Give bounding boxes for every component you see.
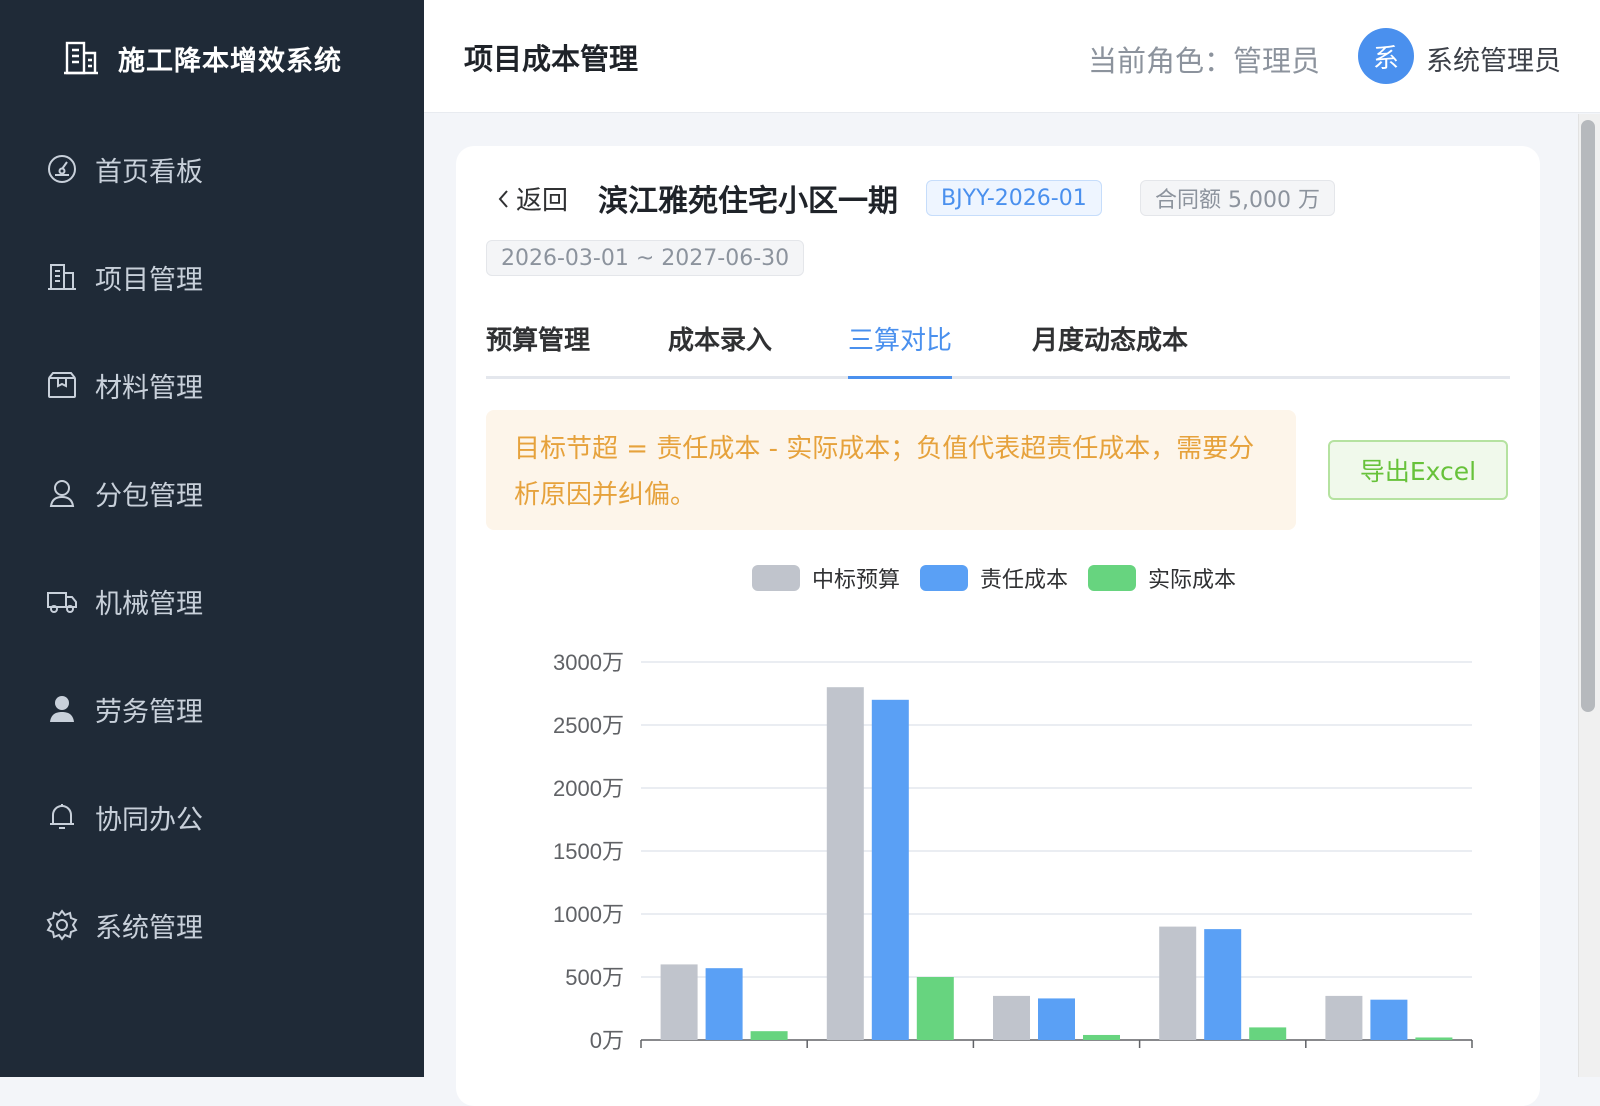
sidebar-item-dashboard[interactable]: 首页看板 — [0, 115, 424, 223]
bell-icon — [45, 800, 79, 834]
sidebar-item-label: 协同办公 — [95, 804, 203, 836]
bar — [1370, 999, 1408, 1040]
sidebar-item-label: 系统管理 — [95, 912, 203, 944]
sidebar-item-label: 材料管理 — [95, 372, 203, 404]
y-tick-label: 2000万 — [553, 776, 624, 801]
current-role: 当前角色：管理员 — [1088, 44, 1321, 78]
bar — [660, 964, 698, 1040]
bar — [1159, 926, 1197, 1040]
export-excel-button[interactable]: 导出Excel — [1328, 440, 1508, 500]
box-icon — [45, 368, 79, 402]
truck-icon — [45, 584, 79, 618]
bar-chart-svg: 0万 500万 1000万 1500万 2000万 2500万 3000万 — [553, 650, 1473, 1053]
bar — [750, 1031, 788, 1040]
brand-name: 施工降本增效系统 — [118, 45, 342, 77]
tab-bar: 预算管理 成本录入 三算对比 月度动态成本 — [486, 316, 1510, 379]
building-logo-icon — [64, 41, 98, 75]
back-label: 返回 — [516, 186, 569, 216]
gear-icon — [45, 908, 79, 942]
sidebar-item-label: 首页看板 — [95, 156, 203, 188]
project-period-tag: 2026-03-01 ~ 2027-06-30 — [486, 240, 805, 276]
bar — [1415, 1037, 1453, 1040]
project-name: 滨江雅苑住宅小区一期 — [598, 184, 898, 219]
sidebar-item-collaboration[interactable]: 协同办公 — [0, 763, 424, 871]
bar — [1038, 998, 1075, 1040]
tab-three-way-comparison[interactable]: 三算对比 — [848, 320, 953, 379]
notice-alert: 目标节超 = 责任成本 - 实际成本；负值代表超责任成本，需要分析原因并纠偏。 — [486, 410, 1296, 530]
avatar[interactable]: 系 — [1358, 28, 1414, 84]
sidebar-item-projects[interactable]: 项目管理 — [0, 223, 424, 331]
sidebar-item-label: 机械管理 — [95, 588, 203, 620]
dashboard-icon — [45, 152, 79, 186]
sidebar-item-labor[interactable]: 劳务管理 — [0, 655, 424, 763]
tab-budget[interactable]: 预算管理 — [486, 320, 590, 376]
contract-amount-tag: 合同额 5,000 万 — [1140, 180, 1335, 216]
bar — [916, 977, 954, 1040]
bar — [1249, 1027, 1287, 1040]
sidebar-item-label: 分包管理 — [95, 480, 203, 512]
bar — [1204, 929, 1242, 1040]
bar — [1325, 995, 1363, 1040]
sidebar: 施工降本增效系统 首页看板 项目管理 材料管理 分包管理 机械管理 劳务管理 协… — [0, 0, 424, 1077]
top-header: 项目成本管理 当前角色：管理员 系 系统管理员 — [424, 0, 1600, 113]
sidebar-item-materials[interactable]: 材料管理 — [0, 331, 424, 439]
sidebar-item-machinery[interactable]: 机械管理 — [0, 547, 424, 655]
sidebar-item-label: 劳务管理 — [95, 696, 203, 728]
y-tick-label: 0万 — [590, 1028, 624, 1053]
chevron-left-icon — [498, 189, 508, 208]
scrollbar-thumb[interactable] — [1581, 120, 1595, 712]
user-filled-icon — [45, 692, 79, 726]
sidebar-item-label: 项目管理 — [95, 264, 203, 296]
project-card: 返回 滨江雅苑住宅小区一期 BJYY-2026-01 合同额 5,000 万 2… — [456, 146, 1540, 1106]
y-tick-label: 3000万 — [553, 650, 624, 675]
page-title: 项目成本管理 — [464, 42, 639, 76]
back-button[interactable]: 返回 — [494, 180, 568, 217]
sidebar-item-system[interactable]: 系统管理 — [0, 871, 424, 979]
y-tick-label: 1000万 — [553, 902, 624, 927]
cost-comparison-chart: 中标预算 责任成本 实际成本 0万 500万 1000万 1500万 2000万 2500… — [456, 546, 1540, 1106]
y-tick-label: 2500万 — [553, 713, 624, 738]
bar — [1083, 1034, 1120, 1040]
project-code-tag: BJYY-2026-01 — [926, 180, 1102, 216]
tab-cost-entry[interactable]: 成本录入 — [668, 320, 772, 376]
bar — [871, 699, 909, 1040]
y-tick-label: 500万 — [565, 965, 624, 990]
sidebar-item-subcontract[interactable]: 分包管理 — [0, 439, 424, 547]
user-name[interactable]: 系统管理员 — [1426, 39, 1561, 78]
bar — [705, 968, 743, 1040]
y-tick-label: 1500万 — [553, 839, 624, 864]
bar — [826, 687, 864, 1040]
building-icon — [45, 260, 79, 294]
tab-monthly-dynamic-cost[interactable]: 月度动态成本 — [1032, 320, 1188, 376]
bar — [993, 995, 1030, 1040]
user-outline-icon — [45, 476, 79, 510]
sidebar-nav: 首页看板 项目管理 材料管理 分包管理 机械管理 劳务管理 协同办公 系统管理 — [0, 115, 424, 979]
brand: 施工降本增效系统 — [62, 36, 342, 80]
